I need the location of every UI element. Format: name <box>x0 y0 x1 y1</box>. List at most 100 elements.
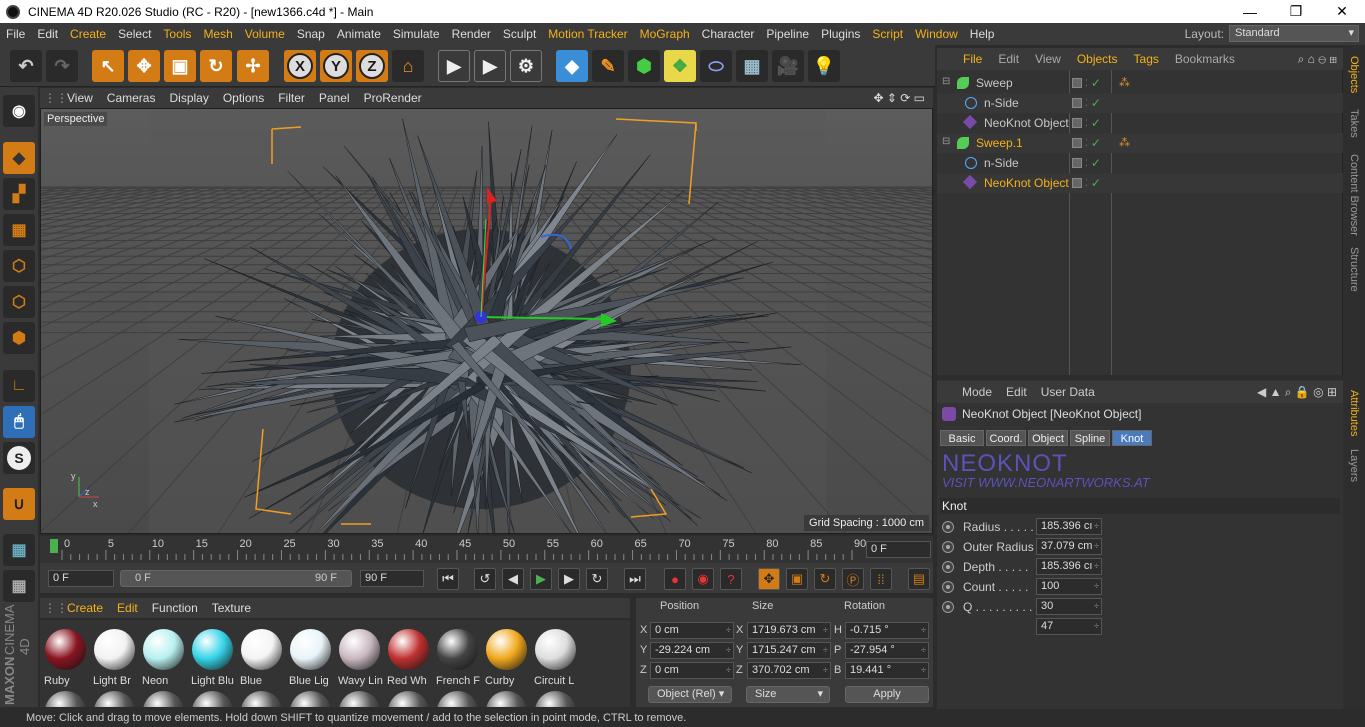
content-browser-side-tab[interactable]: Content Browser <box>1343 145 1365 245</box>
object-row[interactable]: n-Side ⁚ ✓ <box>937 93 1343 113</box>
attributes-side-tab[interactable]: Attributes <box>1343 383 1365 443</box>
coordinate-mode-dropdown[interactable]: Object (Rel) ▾ <box>648 686 732 703</box>
menu-animate[interactable]: Animate <box>331 27 387 41</box>
material-swatch[interactable] <box>287 688 334 707</box>
record-pla-button[interactable]: ⁞⁞ <box>870 568 892 590</box>
material-swatch[interactable]: Neon <box>140 626 187 688</box>
3d-viewport[interactable]: y z x Perspective Grid Spacing : 1000 cm <box>40 108 933 534</box>
animate-toggle-icon[interactable] <box>942 521 954 533</box>
close-button[interactable]: ✕ <box>1319 0 1365 23</box>
x-axis-lock-button[interactable]: X <box>284 50 316 82</box>
menu-character[interactable]: Character <box>696 27 761 41</box>
camera-button[interactable]: 🎥 <box>772 50 804 82</box>
position-field[interactable]: 0 cm <box>650 622 734 639</box>
object-menu-objects[interactable]: Objects <box>1069 52 1126 66</box>
cube-primitive-button[interactable]: ◆ <box>556 50 588 82</box>
param-value-field[interactable]: 47 <box>1036 618 1102 635</box>
render-picture-viewer-button[interactable]: ▶ <box>474 50 506 82</box>
material-swatch[interactable]: Blue Lig <box>287 626 334 688</box>
frame-range-slider[interactable]: 0 F 90 F <box>120 570 352 587</box>
rotate-tool-button[interactable]: ↻ <box>200 50 232 82</box>
record-active-button[interactable]: ● <box>664 568 686 590</box>
scale-tool-button[interactable]: ▣ <box>164 50 196 82</box>
animate-toggle-icon[interactable] <box>942 581 954 593</box>
object-name[interactable]: Sweep <box>976 76 1013 90</box>
minimize-button[interactable]: — <box>1227 0 1273 23</box>
phong-tag-icon[interactable]: ⁂ <box>1119 76 1130 89</box>
checkmark-icon[interactable]: ✓ <box>1091 176 1101 190</box>
menu-motion-tracker[interactable]: Motion Tracker <box>542 27 633 41</box>
checkmark-icon[interactable]: ✓ <box>1091 136 1101 150</box>
material-menu-edit[interactable]: Edit <box>110 601 145 615</box>
undo-button[interactable]: ↶ <box>10 50 42 82</box>
start-frame-field[interactable]: 0 F <box>48 570 114 587</box>
attribute-tab-object[interactable]: Object <box>1028 430 1068 446</box>
dots-icon[interactable]: ⁚ <box>1085 138 1088 149</box>
z-axis-lock-button[interactable]: Z <box>356 50 388 82</box>
autokey-button[interactable]: ◉ <box>692 568 714 590</box>
param-value-field[interactable]: 185.396 cı <box>1036 518 1102 535</box>
goto-end-button[interactable]: ⏭ <box>624 568 646 590</box>
animate-toggle-icon[interactable] <box>942 541 954 553</box>
locked-workplane-button[interactable]: ▦ <box>3 534 35 566</box>
attribute-tab-knot[interactable]: Knot <box>1112 430 1152 446</box>
record-position-button[interactable]: ✥ <box>758 568 780 590</box>
pen-spline-button[interactable]: ✎ <box>592 50 624 82</box>
material-swatch[interactable] <box>238 688 285 707</box>
viewport-menu-filter[interactable]: Filter <box>271 91 312 105</box>
playhead-marker[interactable] <box>50 539 58 553</box>
tweak-mode-button[interactable]: 🖱 <box>3 406 35 438</box>
record-rotation-button[interactable]: ↻ <box>814 568 836 590</box>
visibility-toggles[interactable]: ⁚ ✓ <box>1072 176 1108 190</box>
dots-icon[interactable]: ⁚ <box>1085 158 1088 169</box>
material-swatch[interactable]: Wavy Lin <box>336 626 383 688</box>
object-row[interactable]: NeoKnot Object ⁚ ✓ <box>937 113 1343 133</box>
coordinate-system-button[interactable]: ⌂ <box>392 50 424 82</box>
current-frame-field[interactable]: 0 F <box>866 541 931 558</box>
render-settings-button[interactable]: ⚙ <box>510 50 542 82</box>
object-name[interactable]: Sweep.1 <box>976 136 1023 150</box>
rotation-field[interactable]: -27.954 ° <box>845 642 929 659</box>
object-name[interactable]: n-Side <box>984 96 1019 110</box>
menu-tools[interactable]: Tools <box>157 27 197 41</box>
dots-icon[interactable]: ⁚ <box>1085 178 1088 189</box>
attribute-tab-basic[interactable]: Basic <box>940 430 984 446</box>
prev-key-button[interactable]: ↺ <box>474 568 496 590</box>
menu-render[interactable]: Render <box>446 27 497 41</box>
record-parameter-button[interactable]: Ⓟ <box>842 568 864 590</box>
menu-simulate[interactable]: Simulate <box>387 27 446 41</box>
material-menu-create[interactable]: Create <box>60 601 110 615</box>
edges-mode-button[interactable]: ⬡ <box>3 286 35 318</box>
material-swatch[interactable] <box>385 688 432 707</box>
object-row[interactable]: ⊟ Sweep.1 ⁚ ✓ ⁂ <box>937 133 1343 153</box>
checkmark-icon[interactable]: ✓ <box>1091 76 1101 90</box>
param-value-field[interactable]: 30 <box>1036 598 1102 615</box>
camera-label[interactable]: Perspective <box>44 112 108 126</box>
phong-tag-icon[interactable]: ⁂ <box>1119 136 1130 149</box>
dots-icon[interactable]: ⁚ <box>1085 98 1088 109</box>
floor-button[interactable]: ▦ <box>736 50 768 82</box>
attribute-tab-spline[interactable]: Spline <box>1070 430 1110 446</box>
cloner-button[interactable]: ❖ <box>664 50 696 82</box>
checkmark-icon[interactable]: ✓ <box>1091 116 1101 130</box>
menu-pipeline[interactable]: Pipeline <box>760 27 815 41</box>
points-mode-button[interactable]: ⬡ <box>3 250 35 282</box>
material-swatch[interactable]: Light Br <box>91 626 138 688</box>
attribute-menu-user-data[interactable]: User Data <box>1034 385 1102 399</box>
recent-tool-button[interactable]: ✢ <box>237 50 269 82</box>
viewport-menu-panel[interactable]: Panel <box>312 91 357 105</box>
material-swatch[interactable] <box>189 688 236 707</box>
checkmark-icon[interactable]: ✓ <box>1091 156 1101 170</box>
snapping-button[interactable]: S <box>3 442 35 474</box>
goto-start-button[interactable]: ⏮ <box>437 568 459 590</box>
object-name[interactable]: NeoKnot Object <box>984 176 1069 190</box>
material-swatch[interactable]: Red Wh <box>385 626 432 688</box>
timeline-ruler[interactable]: 0 5 10 15 20 25 30 35 40 45 50 55 60 65 70 75 80 85 90 0 F <box>40 536 933 563</box>
menu-snap[interactable]: Snap <box>291 27 331 41</box>
material-menu-texture[interactable]: Texture <box>205 601 258 615</box>
material-swatch[interactable] <box>434 688 481 707</box>
rotation-field[interactable]: -0.715 ° <box>845 622 929 639</box>
material-swatch[interactable] <box>91 688 138 707</box>
animate-toggle-icon[interactable] <box>942 561 954 573</box>
layout-dropdown[interactable]: Standard <box>1229 25 1359 42</box>
